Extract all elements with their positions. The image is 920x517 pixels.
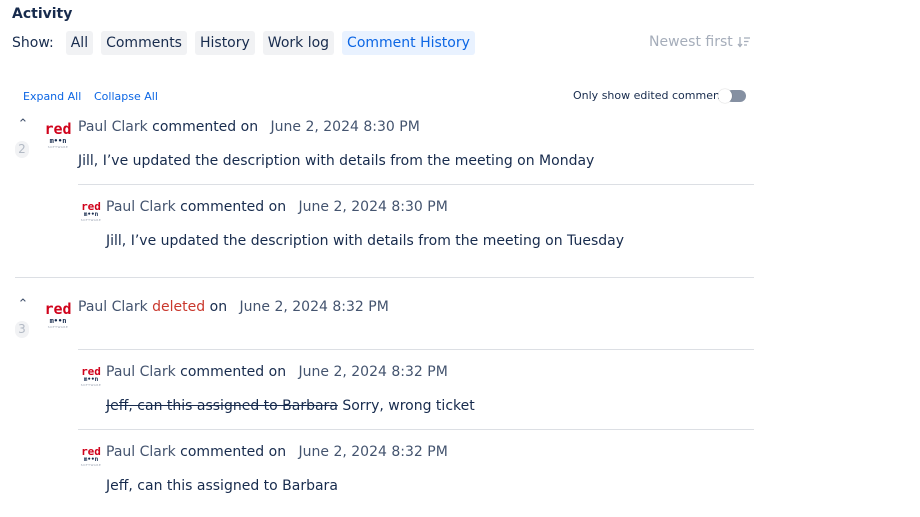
history-entry-body: Jeff, can this assigned to Barbara Sorry… (106, 398, 475, 414)
comment-action: commented on (152, 119, 259, 135)
avatar-logo-line3: SOFTWARE (80, 463, 102, 467)
history-date: June 2, 2024 8:30 PM (298, 199, 448, 215)
sort-descending-icon (737, 37, 750, 48)
history-entry-header: Paul Clark commented on June 2, 2024 8:3… (106, 199, 448, 215)
history-count-badge: 3 (15, 321, 29, 338)
comment-action-deleted: deleted (152, 299, 206, 315)
tab-history[interactable]: History (194, 31, 255, 55)
struck-text: Jeff, can this assigned to Barbara (106, 398, 338, 414)
avatar-logo-line3: SOFTWARE (47, 145, 69, 149)
collapse-thread-caret[interactable]: ⌃ (16, 117, 30, 132)
avatar-logo-line2: m••n (49, 137, 67, 145)
history-author[interactable]: Paul Clark (106, 199, 176, 215)
avatar-logo-line1: red (44, 300, 72, 318)
tab-comment-history[interactable]: Comment History (342, 31, 475, 55)
comment-header: Paul Clark commented on June 2, 2024 8:3… (78, 119, 420, 135)
avatar: red m••n SOFTWARE (80, 366, 102, 387)
comment-date: June 2, 2024 8:32 PM (239, 299, 389, 315)
avatar: red m••n SOFTWARE (80, 201, 102, 222)
collapse-thread-caret[interactable]: ⌃ (16, 297, 30, 312)
history-count-badge: 2 (15, 141, 29, 158)
divider (78, 184, 754, 185)
comment-body: Jill, I’ve updated the description with … (78, 153, 595, 169)
avatar-logo-line3: SOFTWARE (80, 383, 102, 387)
history-entry-body: Jill, I’ve updated the description with … (106, 233, 625, 249)
divider (78, 349, 754, 350)
comment-author[interactable]: Paul Clark (78, 299, 148, 315)
history-date: June 2, 2024 8:32 PM (298, 444, 448, 460)
collapse-all-link[interactable]: Collapse All (94, 90, 158, 103)
tab-all[interactable]: All (65, 31, 94, 55)
history-action: commented on (180, 199, 287, 215)
only-edited-toggle[interactable] (718, 89, 748, 103)
avatar-logo-line2: m••n (49, 317, 67, 325)
sort-order-label: Newest first (649, 34, 733, 50)
avatar-logo-line3: SOFTWARE (80, 218, 102, 222)
toggle-knob (718, 89, 732, 103)
history-date: June 2, 2024 8:32 PM (298, 364, 448, 380)
avatar-logo-line3: SOFTWARE (47, 325, 69, 329)
comment-date: June 2, 2024 8:30 PM (270, 119, 420, 135)
history-entry-header: Paul Clark commented on June 2, 2024 8:3… (106, 364, 448, 380)
avatar: red m••n SOFTWARE (42, 122, 74, 149)
comment-action-suffix: on (209, 299, 228, 315)
history-action: commented on (180, 364, 287, 380)
avatar: red m••n SOFTWARE (80, 446, 102, 467)
tab-work-log[interactable]: Work log (262, 31, 335, 55)
only-edited-label: Only show edited comments (573, 89, 730, 102)
history-entry-body: Jeff, can this assigned to Barbara (106, 478, 338, 494)
added-text: Sorry, wrong ticket (342, 398, 475, 414)
history-action: commented on (180, 444, 287, 460)
thread-divider (15, 277, 754, 278)
expand-all-link[interactable]: Expand All (23, 90, 81, 103)
history-author[interactable]: Paul Clark (106, 364, 176, 380)
show-label: Show: (12, 35, 54, 51)
sort-order-button[interactable]: Newest first (649, 34, 751, 50)
history-entry-header: Paul Clark commented on June 2, 2024 8:3… (106, 444, 448, 460)
divider (78, 429, 754, 430)
activity-title: Activity (12, 6, 73, 22)
comment-header: Paul Clark deleted on June 2, 2024 8:32 … (78, 299, 389, 315)
activity-filter-tabs: Show: All Comments History Work log Comm… (12, 30, 475, 56)
avatar: red m••n SOFTWARE (42, 302, 74, 329)
avatar-logo-line1: red (44, 120, 72, 138)
tab-comments[interactable]: Comments (101, 31, 187, 55)
comment-author[interactable]: Paul Clark (78, 119, 148, 135)
history-author[interactable]: Paul Clark (106, 444, 176, 460)
